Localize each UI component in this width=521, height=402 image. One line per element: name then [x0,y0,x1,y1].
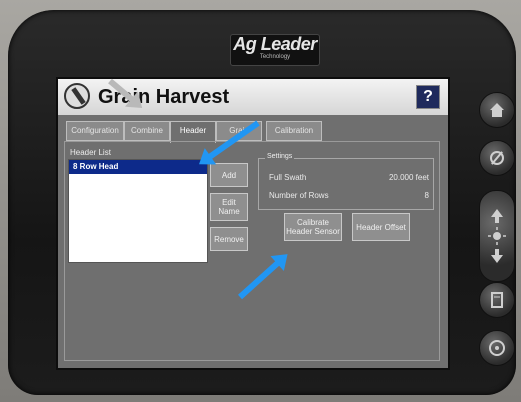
setup-button[interactable] [479,140,515,176]
settings-group: Settings Full Swath 20.000 feet Number o… [258,153,434,210]
remove-button[interactable]: Remove [210,227,248,251]
header-offset-button[interactable]: Header Offset [352,213,410,241]
edit-name-button[interactable]: Edit Name [210,193,248,221]
help-button[interactable]: ? [416,85,440,109]
manual-button[interactable] [479,282,515,318]
add-button[interactable]: Add [210,163,248,187]
home-icon [490,103,504,117]
setting-row-full-swath: Full Swath 20.000 feet [269,173,429,182]
brightness-icon [488,227,506,245]
brand-name: Ag Leader [233,34,317,54]
arrow-up-icon [491,209,503,223]
wrench-icon [64,83,90,109]
tab-combine[interactable]: Combine [124,121,170,141]
tab-calibration[interactable]: Calibration [266,121,322,141]
tab-configuration[interactable]: Configuration [66,121,124,141]
manual-icon [491,292,503,308]
display-screen: Grain Harvest ? Configuration Combine He… [56,77,450,370]
tab-header[interactable]: Header [170,121,216,143]
setting-value: 8 [424,191,429,200]
header-list[interactable]: 8 Row Head [68,159,208,263]
steering-icon [489,340,505,356]
setting-value: 20.000 feet [388,173,429,182]
setting-label: Number of Rows [269,191,329,200]
header-list-label: Header List [70,148,111,157]
settings-legend: Settings [265,153,295,160]
brand-tagline: Technology [259,54,291,60]
setting-row-number-of-rows: Number of Rows 8 [269,191,429,200]
brightness-control[interactable] [479,190,515,282]
calibrate-header-sensor-button[interactable]: Calibrate Header Sensor [284,213,342,241]
steering-button[interactable] [479,330,515,366]
brand-logo: Ag Leader Technology [230,34,320,66]
list-item[interactable]: 8 Row Head [69,160,207,174]
home-button[interactable] [479,92,515,128]
arrow-down-icon [491,249,503,263]
wrench-icon [490,151,504,165]
setting-label: Full Swath [269,173,307,182]
